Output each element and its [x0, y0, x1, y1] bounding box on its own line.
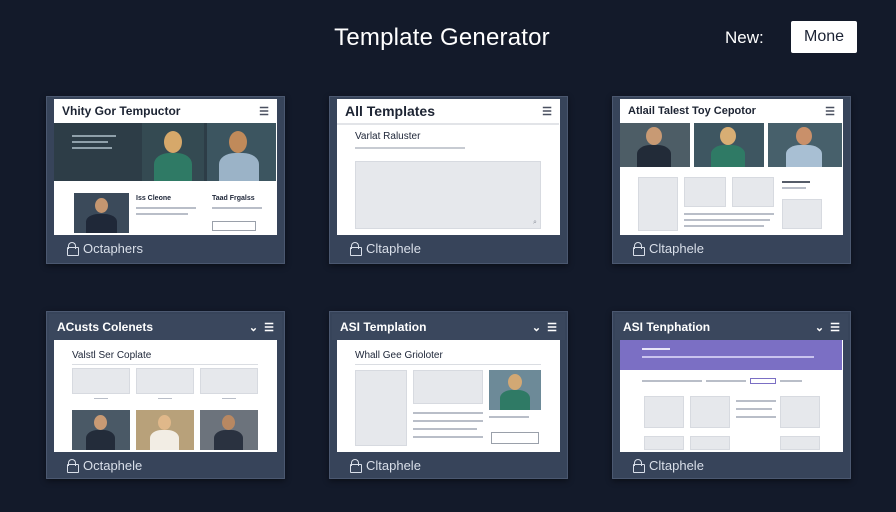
gallery-photo	[136, 410, 194, 450]
hero-photo	[207, 123, 276, 181]
lock-icon	[350, 242, 362, 256]
template-preview[interactable]: Varlat Raluster ⌕	[337, 123, 560, 235]
section-heading: Whall Gee Grioloter	[355, 350, 443, 361]
chevron-down-icon[interactable]: ⌄	[249, 321, 258, 334]
hamburger-menu-icon[interactable]: ☰	[825, 105, 835, 118]
template-preview[interactable]	[620, 123, 843, 235]
template-card[interactable]: ASI Templation ⌄ ☰ Whall Gee Grioloter C…	[329, 311, 568, 479]
card-footer: Cltaphele	[613, 235, 850, 261]
section-heading: Valstl Ser Coplate	[72, 350, 152, 361]
card-footer-label: Cltaphele	[649, 457, 704, 473]
card-footer: Cltaphele	[330, 452, 567, 478]
hamburger-menu-icon[interactable]: ☰	[547, 321, 557, 334]
content-placeholder	[732, 177, 774, 207]
card-title: Atlail Talest Toy Cepotor	[628, 105, 756, 117]
card-title: ASI Templation	[340, 320, 427, 334]
content-placeholder	[780, 436, 820, 450]
content-placeholder	[355, 370, 407, 446]
template-card[interactable]: Atlail Talest Toy Cepotor ☰ Cltaphele	[612, 96, 851, 264]
card-header: Atlail Talest Toy Cepotor ☰	[620, 99, 843, 123]
section-heading: Varlat Raluster	[355, 131, 421, 142]
hero-photo	[142, 123, 204, 181]
card-footer-label: Cltaphele	[366, 240, 421, 256]
card-header: Vhity Gor Tempuctor ☰	[54, 99, 277, 123]
hero-photo	[768, 123, 842, 167]
card-header: ACusts Colenets ⌄ ☰	[49, 314, 282, 340]
card-footer-label: Cltaphele	[366, 457, 421, 473]
card-title: ACusts Colenets	[57, 320, 154, 334]
chevron-down-icon[interactable]: ⌄	[532, 321, 541, 334]
lock-icon	[67, 242, 79, 256]
content-placeholder	[644, 396, 684, 428]
hero-photo	[694, 123, 764, 167]
card-footer-label: Octaphele	[83, 457, 143, 473]
content-placeholder	[72, 368, 130, 394]
template-preview[interactable]: Whall Gee Grioloter	[337, 340, 560, 452]
section-heading: Taad Frgalss	[212, 195, 255, 202]
gallery-photo	[72, 410, 130, 450]
content-placeholder	[782, 199, 822, 229]
card-header: ASI Templation ⌄ ☰	[332, 314, 565, 340]
lock-icon	[67, 459, 79, 473]
template-card[interactable]: All Templates ☰ Varlat Raluster ⌕ Cltaph…	[329, 96, 568, 264]
card-footer-label: Octaphers	[83, 240, 143, 256]
chevron-down-icon[interactable]: ⌄	[815, 321, 824, 334]
card-title: ASI Tenphation	[623, 320, 711, 334]
card-footer: Cltaphele	[330, 235, 567, 261]
banner	[620, 340, 842, 370]
content-placeholder	[690, 396, 730, 428]
hero-photo	[620, 123, 690, 167]
lock-icon	[633, 242, 645, 256]
content-placeholder	[780, 396, 820, 428]
template-preview[interactable]: Iss Cleone Taad Frgalss	[54, 123, 277, 235]
content-placeholder	[644, 436, 684, 450]
hamburger-menu-icon[interactable]: ☰	[542, 105, 552, 118]
section-heading: Iss Cleone	[136, 195, 172, 202]
content-placeholder	[413, 370, 483, 404]
lock-icon	[350, 459, 362, 473]
template-card[interactable]: ASI Tenphation ⌄ ☰ Cltaphele	[612, 311, 851, 479]
content-placeholder	[355, 161, 541, 229]
content-placeholder	[638, 177, 678, 231]
card-footer: Octaphele	[47, 452, 284, 478]
hamburger-menu-icon[interactable]: ☰	[259, 105, 269, 118]
hamburger-menu-icon[interactable]: ☰	[830, 321, 840, 334]
card-title: Vhity Gor Tempuctor	[62, 104, 181, 118]
card-header: ASI Tenphation ⌄ ☰	[615, 314, 848, 340]
feature-photo	[489, 370, 541, 410]
profile-photo	[74, 193, 129, 233]
card-title: All Templates	[345, 103, 435, 119]
template-preview[interactable]: Valstl Ser Coplate	[54, 340, 277, 452]
gallery-photo	[200, 410, 258, 450]
card-footer-label: Cltaphele	[649, 240, 704, 256]
more-button[interactable]: Mone	[791, 21, 857, 53]
card-header: All Templates ☰	[337, 99, 560, 123]
content-placeholder	[684, 177, 726, 207]
template-card[interactable]: ACusts Colenets ⌄ ☰ Valstl Ser Coplate O…	[46, 311, 285, 479]
card-footer: Octaphers	[47, 235, 284, 261]
template-preview[interactable]	[620, 340, 843, 452]
content-placeholder	[200, 368, 258, 394]
content-placeholder	[690, 436, 730, 450]
hamburger-menu-icon[interactable]: ☰	[264, 321, 274, 334]
content-placeholder	[136, 368, 194, 394]
template-card[interactable]: Vhity Gor Tempuctor ☰ Iss Cleone Taad Fr…	[46, 96, 285, 264]
new-label: New:	[725, 28, 764, 47]
card-footer: Cltaphele	[613, 452, 850, 478]
lock-icon	[633, 459, 645, 473]
